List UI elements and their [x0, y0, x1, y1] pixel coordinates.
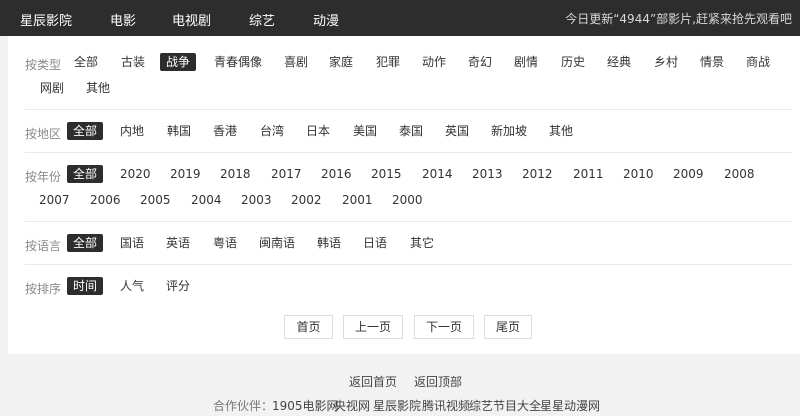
filter-type-drama[interactable]: 剧情 — [508, 53, 544, 71]
filter-region-korea[interactable]: 韩国 — [161, 122, 197, 140]
filter-type-fantasy[interactable]: 奇幻 — [462, 53, 498, 71]
filter-type-classic[interactable]: 经典 — [601, 53, 637, 71]
filter-type-all[interactable]: 全部 — [68, 53, 104, 71]
filter-year-2006[interactable]: 2006 — [84, 191, 127, 209]
filter-type-action[interactable]: 动作 — [416, 53, 452, 71]
site-logo[interactable]: 星辰影院 — [20, 10, 72, 29]
pagination-next-button[interactable]: 下一页 — [414, 315, 474, 339]
filter-year-2004[interactable]: 2004 — [185, 191, 228, 209]
partner-link-anime[interactable]: 星星动漫网 — [540, 397, 600, 414]
filter-type-web-series[interactable]: 网剧 — [34, 79, 70, 97]
divider — [25, 264, 792, 265]
filter-year-2014[interactable]: 2014 — [416, 165, 459, 183]
footer-back-home-link[interactable]: 返回首页 — [349, 373, 397, 390]
filter-language-korean[interactable]: 韩语 — [311, 234, 347, 252]
footer-back-top-link[interactable]: 返回顶部 — [414, 373, 462, 390]
filter-year-all[interactable]: 全部 — [67, 165, 104, 183]
filter-language-minnan[interactable]: 闽南语 — [253, 234, 301, 252]
filter-type-crime[interactable]: 犯罪 — [370, 53, 406, 71]
sort-by-rating[interactable]: 评分 — [160, 277, 196, 295]
filter-year-2008[interactable]: 2008 — [718, 165, 761, 183]
divider — [25, 109, 792, 110]
filter-region-mainland[interactable]: 内地 — [114, 122, 150, 140]
filter-type-rural[interactable]: 乡村 — [648, 53, 684, 71]
filter-type-business[interactable]: 商战 — [740, 53, 776, 71]
filter-year-2001[interactable]: 2001 — [336, 191, 379, 209]
filter-region-other[interactable]: 其他 — [543, 122, 579, 140]
filter-type-other[interactable]: 其他 — [80, 79, 116, 97]
filter-region-usa[interactable]: 美国 — [347, 122, 383, 140]
filter-year-2002[interactable]: 2002 — [285, 191, 328, 209]
pagination-last-button[interactable]: 尾页 — [484, 315, 532, 339]
filter-type-sitcom[interactable]: 情景 — [694, 53, 730, 71]
filter-region-uk[interactable]: 英国 — [439, 122, 475, 140]
filter-label-language: 按语言 — [25, 239, 62, 253]
filter-year-2016[interactable]: 2016 — [315, 165, 358, 183]
filter-year-2005[interactable]: 2005 — [134, 191, 177, 209]
filter-language-mandarin[interactable]: 国语 — [114, 234, 150, 252]
filter-year-2015[interactable]: 2015 — [365, 165, 408, 183]
top-nav-bar: 星辰影院 电影 电视剧 综艺 动漫 今日更新“4944”部影片,赶紧来抢先观看吧 — [0, 0, 800, 36]
filter-language-other[interactable]: 其它 — [404, 234, 440, 252]
filter-year-2018[interactable]: 2018 — [214, 165, 257, 183]
filter-label-year: 按年份 — [25, 170, 62, 184]
filter-label-sort: 按排序 — [25, 282, 62, 296]
filter-language-english[interactable]: 英语 — [160, 234, 196, 252]
partner-link-cctv[interactable]: 央视网 — [334, 397, 370, 414]
sort-by-time[interactable]: 时间 — [67, 277, 104, 295]
pagination-first-button[interactable]: 首页 — [284, 315, 333, 339]
nav-variety[interactable]: 综艺 — [249, 10, 275, 29]
filter-year-2009[interactable]: 2009 — [667, 165, 710, 183]
divider — [25, 152, 792, 153]
filter-panel: 按类型 全部 古装 战争 青春偶像 喜剧 家庭 犯罪 动作 奇幻 剧情 历史 经… — [8, 36, 800, 354]
partners-label: 合作伙伴： — [213, 399, 274, 413]
filter-type-costume[interactable]: 古装 — [115, 53, 151, 71]
nav-anime[interactable]: 动漫 — [313, 10, 339, 29]
nav-movies[interactable]: 电影 — [110, 10, 136, 29]
filter-year-2012[interactable]: 2012 — [516, 165, 559, 183]
filter-year-2000[interactable]: 2000 — [386, 191, 429, 209]
filter-label-type: 按类型 — [25, 58, 62, 72]
filter-year-2013[interactable]: 2013 — [466, 165, 509, 183]
filter-region-all[interactable]: 全部 — [67, 122, 104, 140]
filter-year-2020[interactable]: 2020 — [114, 165, 157, 183]
filter-type-war[interactable]: 战争 — [160, 53, 197, 71]
pagination-prev-button[interactable]: 上一页 — [343, 315, 403, 339]
divider — [25, 221, 792, 222]
filter-year-2017[interactable]: 2017 — [265, 165, 308, 183]
filter-year-2019[interactable]: 2019 — [164, 165, 207, 183]
filter-type-family[interactable]: 家庭 — [323, 53, 359, 71]
filter-region-taiwan[interactable]: 台湾 — [254, 122, 290, 140]
filter-language-cantonese[interactable]: 粤语 — [207, 234, 243, 252]
filter-language-japanese[interactable]: 日语 — [357, 234, 393, 252]
filter-language-all[interactable]: 全部 — [67, 234, 104, 252]
filter-year-2003[interactable]: 2003 — [235, 191, 278, 209]
filter-region-japan[interactable]: 日本 — [300, 122, 336, 140]
partner-link-variety-shows[interactable]: 综艺节目大全 — [469, 397, 541, 414]
filter-type-history[interactable]: 历史 — [555, 53, 591, 71]
filter-year-2011[interactable]: 2011 — [567, 165, 610, 183]
filter-year-2010[interactable]: 2010 — [617, 165, 660, 183]
filter-type-youth-idol[interactable]: 青春偶像 — [208, 53, 268, 71]
update-notice: 今日更新“4944”部影片,赶紧来抢先观看吧 — [565, 12, 792, 26]
nav-tv-series[interactable]: 电视剧 — [172, 10, 211, 29]
partner-link-1905[interactable]: 1905电影网 — [272, 397, 339, 414]
filter-region-singapore[interactable]: 新加坡 — [485, 122, 533, 140]
filter-region-hongkong[interactable]: 香港 — [207, 122, 243, 140]
sort-by-popularity[interactable]: 人气 — [114, 277, 150, 295]
filter-type-comedy[interactable]: 喜剧 — [278, 53, 314, 71]
filter-region-thailand[interactable]: 泰国 — [393, 122, 429, 140]
filter-year-2007[interactable]: 2007 — [33, 191, 76, 209]
filter-label-region: 按地区 — [25, 127, 62, 141]
partner-link-tencent-video[interactable]: 腾讯视频 — [422, 397, 470, 414]
partner-link-xingchen[interactable]: 星辰影院 — [373, 397, 421, 414]
